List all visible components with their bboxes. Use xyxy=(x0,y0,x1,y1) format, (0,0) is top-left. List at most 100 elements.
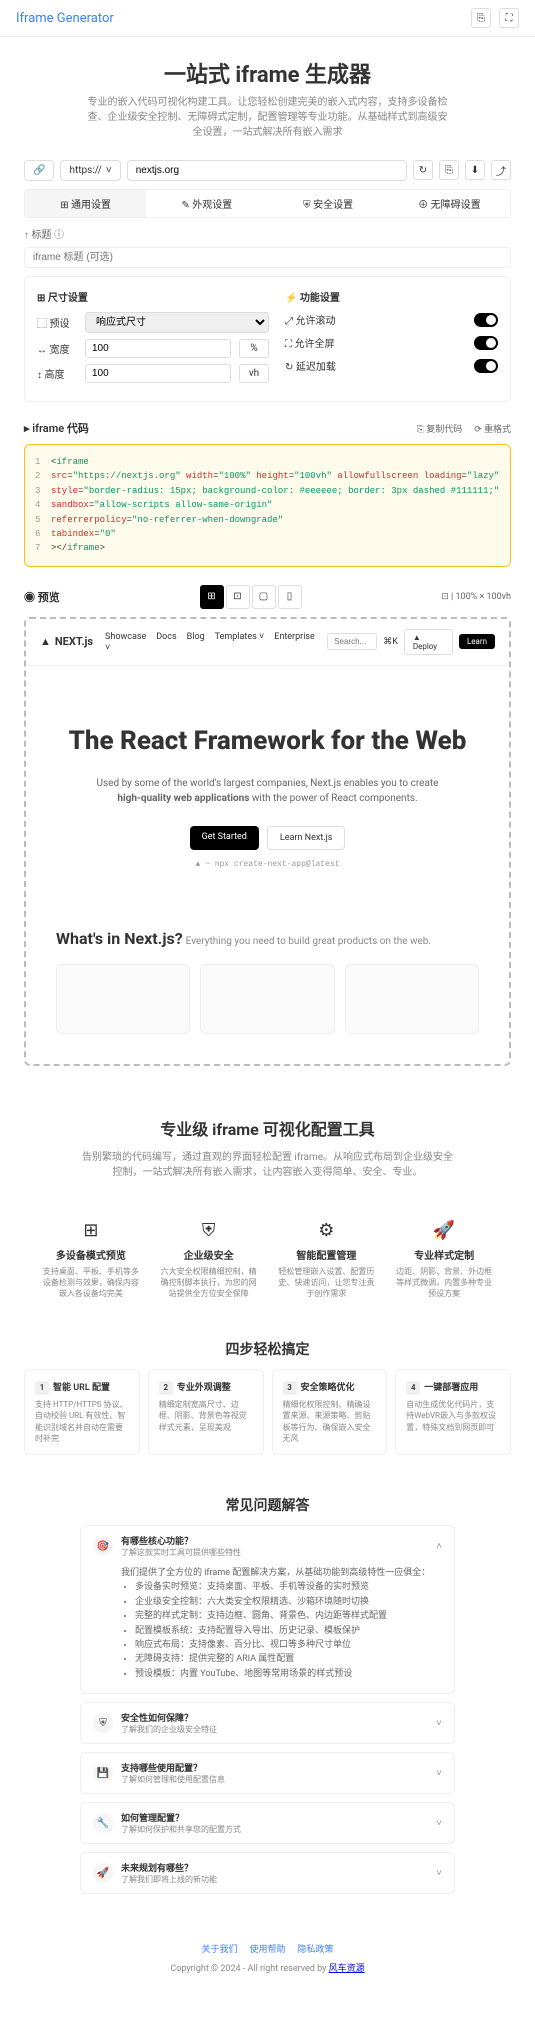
device-tablet[interactable]: ▢ xyxy=(252,585,276,609)
section-label: ↑ 标题 ⓘ xyxy=(24,226,511,241)
feature-item: ⊞多设备模式预览支持桌面、平板、手机等多设备检测与效果，确保内容嵌入各设备均完美 xyxy=(40,1220,142,1300)
footer-link[interactable]: 关于我们 xyxy=(201,1942,237,1955)
step-card: 1智能 URL 配置支持 HTTP/HTTPS 协议、自动校验 URL 有效性、… xyxy=(24,1369,140,1455)
deploy-btn[interactable]: ▲ Deploy xyxy=(404,629,453,655)
copy-url-icon[interactable]: ⎘ xyxy=(439,160,459,180)
chevron-icon: ˅ xyxy=(436,1768,442,1779)
nav-link[interactable]: Showcase xyxy=(105,632,146,642)
feat-section-title: 专业级 iframe 可视化配置工具 xyxy=(80,1116,455,1140)
nextjs-hero-text: Used by some of the world's largest comp… xyxy=(56,776,479,806)
hero-title: 一站式 iframe 生成器 xyxy=(80,57,455,89)
faq-icon: 🔧 xyxy=(93,1813,113,1833)
faq-icon: 🎯 xyxy=(93,1536,113,1556)
feature-item: 🚀专业样式定制边距、阴影、背景、外边框等样式微调，内置多种专业预设方案 xyxy=(393,1220,495,1300)
hero-subtitle: 专业的嵌入代码可视化构建工具。让您轻松创建完美的嵌入式内容，支持多设备检查、企业… xyxy=(88,95,448,140)
chevron-icon: ˅ xyxy=(436,1868,442,1879)
faq-icon: ⛨ xyxy=(93,1713,113,1733)
get-started-btn[interactable]: Get Started xyxy=(190,826,259,850)
chevron-icon: ˅ xyxy=(436,1718,442,1729)
height-unit[interactable]: vh xyxy=(239,364,269,383)
code-box: 1<iframe2 src="https://nextjs.org" width… xyxy=(24,444,511,567)
nav-link[interactable]: Blog xyxy=(187,632,205,642)
faq-icon: 💾 xyxy=(93,1763,113,1783)
nav-link[interactable]: Docs xyxy=(156,632,176,642)
toggle-label: ↻ 延迟加载 xyxy=(285,358,336,373)
preview-frame: ▲ NEXT.js ShowcaseDocsBlogTemplates ˅Ent… xyxy=(24,617,511,1066)
feature-item: ⛨企业级安全六大安全权限精细控制，精确控制脚本执行，为您的网站提供全方位安全保障 xyxy=(158,1220,260,1300)
nextjs-search[interactable] xyxy=(327,633,377,650)
kbd-shortcut: ⌘K xyxy=(383,637,398,647)
toggle[interactable] xyxy=(474,313,498,327)
func-settings-title: ⚡ 功能设置 xyxy=(285,289,498,304)
chevron-icon: ˅ xyxy=(436,1818,442,1829)
feature-icon: ⚙ xyxy=(276,1220,378,1241)
device-phone[interactable]: ▯ xyxy=(278,585,302,609)
width-label: ↔ 宽度 xyxy=(37,341,77,356)
height-input[interactable] xyxy=(85,364,231,383)
feature-card[interactable] xyxy=(200,964,334,1034)
width-unit[interactable]: % xyxy=(239,339,269,358)
share-icon[interactable]: ⤴ xyxy=(491,160,511,180)
toggle[interactable] xyxy=(474,359,498,373)
whats-sub: Everything you need to build great produ… xyxy=(186,936,431,947)
refresh-icon[interactable]: ↻ xyxy=(413,160,433,180)
toggle-label: ⛶ 允许全屏 xyxy=(285,335,334,350)
toggle-label: ⤢ 允许滚动 xyxy=(285,312,335,327)
feature-icon: ⊞ xyxy=(40,1220,142,1241)
iframe-title-input[interactable] xyxy=(24,247,511,268)
faq-icon: 🚀 xyxy=(93,1863,113,1883)
width-input[interactable] xyxy=(85,339,231,358)
step-card: 4一键部署应用自动生成优化代码片，支持WebVR嵌入与多款权设置，特殊文档到网页… xyxy=(395,1369,511,1455)
download-icon[interactable]: ⬇ xyxy=(465,160,485,180)
tab-2[interactable]: ⛨ 安全设置 xyxy=(268,190,389,217)
tab-3[interactable]: ⊕ 无障碍设置 xyxy=(389,190,510,217)
learn-btn[interactable]: Learn xyxy=(459,634,495,649)
code-title: ▸ iframe 代码 xyxy=(24,420,89,436)
step-card: 2专业外观调整精细定制宽高尺寸、边框、阴影、背景色等视觉样式元素，呈现美观 xyxy=(148,1369,264,1455)
nav-link[interactable]: Templates ˅ xyxy=(215,632,265,642)
nextjs-logo[interactable]: ▲ NEXT.js xyxy=(40,635,93,648)
feat-section-sub: 告别繁琐的代码编写，通过直观的界面轻松配置 iframe。从响应式布局到企业级安… xyxy=(80,1150,455,1180)
protocol-value[interactable]: https:// ˅ xyxy=(60,160,120,181)
footer-brand[interactable]: 风车资源 xyxy=(329,1964,365,1974)
faq-item[interactable]: 🎯有哪些核心功能？了解这款实时工具可提供哪些特性˄我们提供了全方位的 ifram… xyxy=(80,1525,455,1694)
footer-link[interactable]: 使用帮助 xyxy=(249,1942,285,1955)
tab-1[interactable]: ✎ 外观设置 xyxy=(146,190,267,217)
feature-icon: 🚀 xyxy=(393,1220,495,1241)
tab-0[interactable]: ⊞ 通用设置 xyxy=(25,190,146,217)
expand-icon[interactable]: ⛶ xyxy=(499,8,519,28)
faq-item[interactable]: 🔧如何管理配置？了解如何保护和共享您的配置方式˅ xyxy=(80,1802,455,1844)
faq-item[interactable]: 🚀未来规划有哪些？了解我们即将上线的新功能˅ xyxy=(80,1852,455,1894)
preview-size: ⊡ | 100% × 100vh xyxy=(441,592,511,602)
size-settings-title: ⊞ 尺寸设置 xyxy=(37,289,269,304)
faq-item[interactable]: ⛨安全性如何保障？了解我们的企业级安全特征˅ xyxy=(80,1702,455,1744)
copyright: Copyright © 2024 - All right reserved by… xyxy=(20,1961,515,1974)
reformat-btn[interactable]: ⟳ 重格式 xyxy=(474,422,511,435)
faq-item[interactable]: 💾支持哪些使用配置？了解如何管理和使用配置信息˅ xyxy=(80,1752,455,1794)
toggle[interactable] xyxy=(474,336,498,350)
preset-label: ⬚ 预设 xyxy=(37,315,77,330)
steps-title: 四步轻松搞定 xyxy=(0,1319,535,1369)
learn-nextjs-btn[interactable]: Learn Next.js xyxy=(267,826,346,850)
feature-card[interactable] xyxy=(345,964,479,1034)
feature-card[interactable] xyxy=(56,964,190,1034)
faq-title: 常见问题解答 xyxy=(0,1475,535,1525)
height-label: ↕ 高度 xyxy=(37,366,77,381)
step-card: 3安全策略优化精细化权限控制、精确设置来源、来源策略、剪贴板等行为、确保嵌入安全… xyxy=(272,1369,388,1455)
copy-icon[interactable]: ⎘ xyxy=(471,8,491,28)
url-input[interactable] xyxy=(127,160,407,181)
nextjs-hero-title: The React Framework for the Web xyxy=(56,726,479,756)
copy-code-btn[interactable]: ⎘ 复制代码 xyxy=(417,422,462,435)
npx-cmd: ▲ ~ npx create-next-app@latest xyxy=(56,860,479,869)
device-laptop[interactable]: ⊡ xyxy=(226,585,250,609)
chevron-icon: ˄ xyxy=(436,1541,442,1552)
brand[interactable]: Iframe Generator xyxy=(16,11,114,26)
footer-link[interactable]: 隐私政策 xyxy=(298,1942,334,1955)
protocol-select[interactable]: 🔗 xyxy=(24,160,54,181)
whats-title: What's in Next.js? xyxy=(56,929,183,948)
preset-select[interactable]: 响应式尺寸 xyxy=(85,312,269,333)
feature-icon: ⛨ xyxy=(158,1220,260,1241)
device-desktop[interactable]: ⊞ xyxy=(200,585,224,609)
preview-title: ◉ 预览 xyxy=(24,589,60,605)
feature-item: ⚙智能配置管理轻松管理嵌入设置、配置历史、快速访问，让您专注责于创作需求 xyxy=(276,1220,378,1300)
